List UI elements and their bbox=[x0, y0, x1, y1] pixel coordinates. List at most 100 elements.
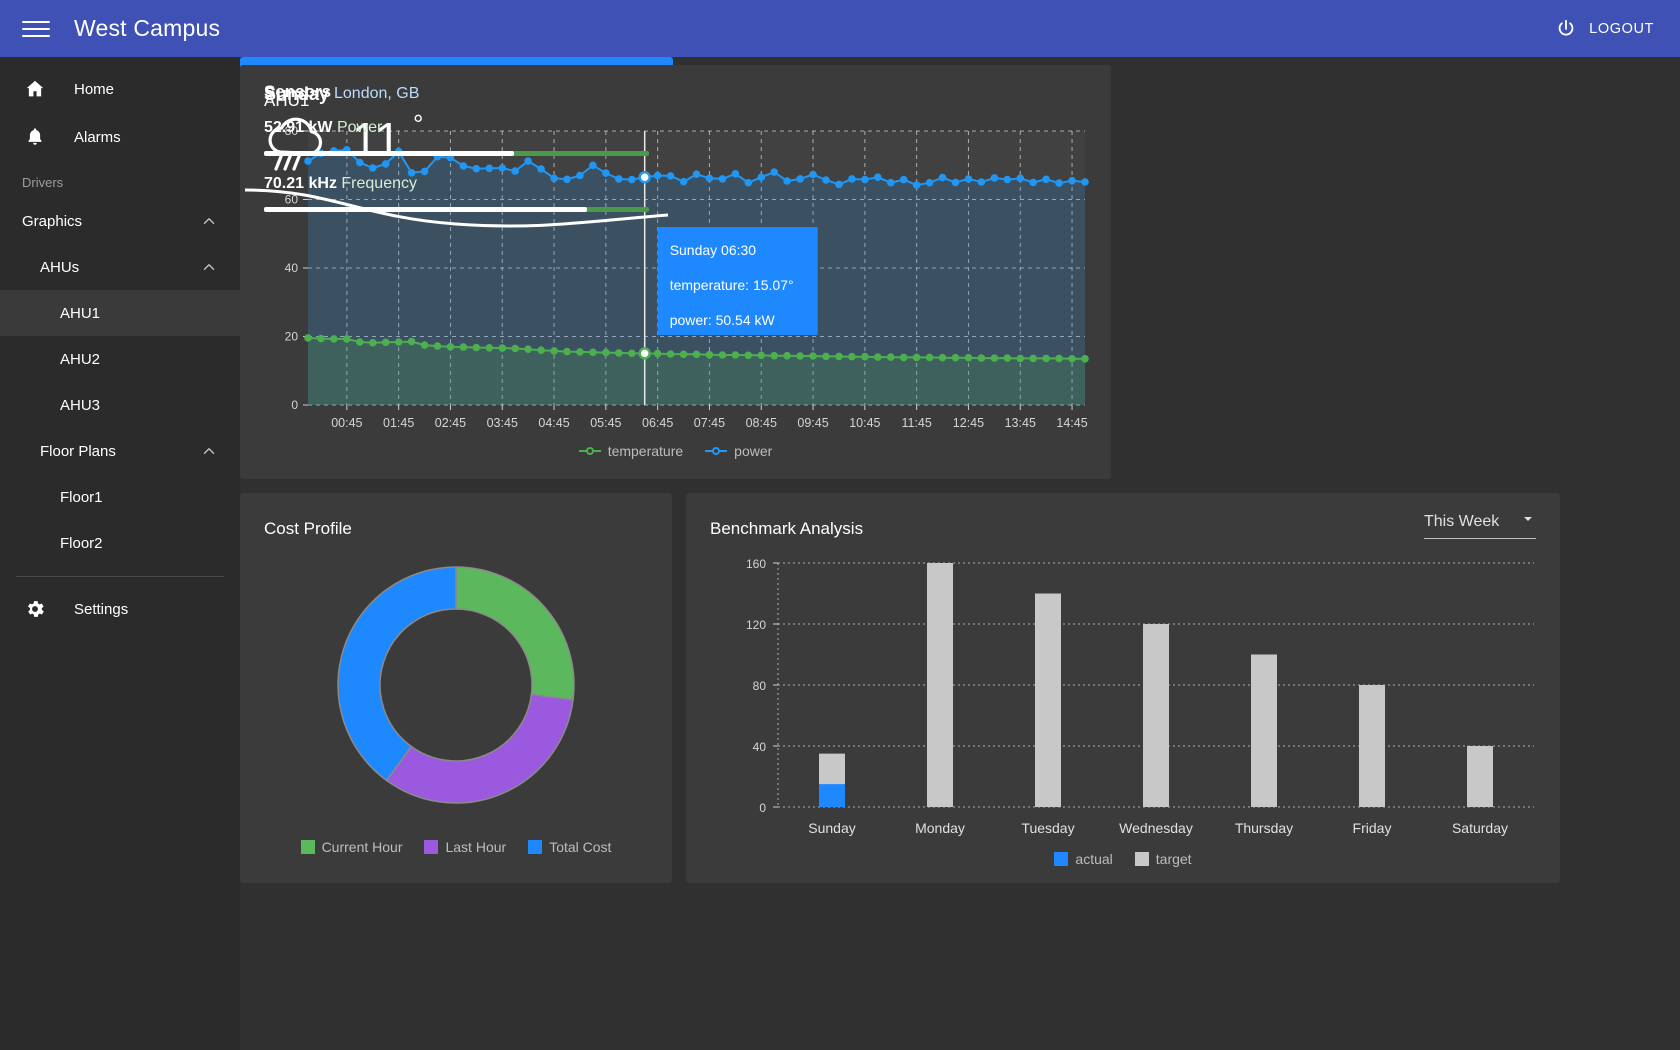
sensor-value: 52.91 kW bbox=[264, 119, 332, 136]
svg-text:09:45: 09:45 bbox=[797, 416, 828, 430]
svg-text:power: 50.54 kW: power: 50.54 kW bbox=[670, 312, 776, 328]
sensor-power: 52.91 kW Power bbox=[264, 119, 649, 156]
legend-item-power[interactable]: power bbox=[705, 443, 772, 459]
logout-label: LOGOUT bbox=[1589, 21, 1654, 37]
page-title: West Campus bbox=[74, 15, 220, 42]
ahu1-chart-legend: temperature power bbox=[240, 443, 1111, 459]
svg-text:06:45: 06:45 bbox=[642, 416, 673, 430]
legend-item-current-hour[interactable]: Current Hour bbox=[301, 839, 403, 855]
svg-text:03:45: 03:45 bbox=[487, 416, 518, 430]
legend-label: actual bbox=[1075, 851, 1112, 867]
svg-text:0: 0 bbox=[759, 801, 766, 815]
svg-text:120: 120 bbox=[746, 618, 766, 632]
legend-item-actual[interactable]: actual bbox=[1054, 851, 1112, 867]
sensors-title: Sensors bbox=[264, 82, 331, 102]
sidebar-item-label: AHU3 bbox=[60, 397, 240, 414]
period-dropdown-label: This Week bbox=[1424, 513, 1520, 531]
sidebar-item-ahu2[interactable]: AHU2 bbox=[0, 336, 240, 382]
svg-text:08:45: 08:45 bbox=[746, 416, 777, 430]
svg-text:13:45: 13:45 bbox=[1005, 416, 1036, 430]
sidebar-item-label: Floor Plans bbox=[40, 443, 200, 460]
sidebar-item-label: Home bbox=[74, 81, 114, 98]
legend-swatch bbox=[301, 840, 315, 854]
sensor-name: Frequency bbox=[341, 175, 417, 192]
sidebar: Home Alarms Drivers Graphics AHUs AHU1 A… bbox=[0, 57, 240, 1050]
svg-text:01:45: 01:45 bbox=[383, 416, 414, 430]
legend-item-last-hour[interactable]: Last Hour bbox=[424, 839, 506, 855]
sidebar-item-label: Graphics bbox=[22, 213, 200, 230]
sidebar-item-floor2[interactable]: Floor2 bbox=[0, 520, 240, 566]
cost-profile-donut-chart[interactable] bbox=[240, 543, 672, 833]
sidebar-item-label: Floor1 bbox=[60, 489, 240, 506]
ahu1-line-chart[interactable]: 02040608000:4501:4502:4503:4504:4505:450… bbox=[240, 113, 1111, 473]
sensor-progress-track bbox=[264, 207, 649, 212]
legend-label: target bbox=[1156, 851, 1192, 867]
sensor-progress-fill bbox=[264, 207, 587, 212]
legend-item-temperature[interactable]: temperature bbox=[579, 443, 683, 459]
sidebar-item-settings[interactable]: Settings bbox=[0, 585, 240, 633]
sidebar-divider bbox=[16, 576, 224, 577]
svg-text:0: 0 bbox=[291, 398, 298, 412]
svg-text:00:45: 00:45 bbox=[331, 416, 362, 430]
svg-text:temperature: 15.07°: temperature: 15.07° bbox=[670, 277, 794, 293]
svg-text:14:45: 14:45 bbox=[1056, 416, 1087, 430]
hamburger-icon[interactable] bbox=[22, 18, 50, 40]
svg-text:20: 20 bbox=[285, 330, 299, 344]
svg-text:10:45: 10:45 bbox=[849, 416, 880, 430]
svg-text:Sunday: Sunday bbox=[808, 820, 855, 836]
sidebar-item-graphics[interactable]: Graphics bbox=[0, 198, 240, 244]
logout-button[interactable]: LOGOUT bbox=[1555, 18, 1654, 40]
benchmark-title: Benchmark Analysis bbox=[710, 519, 863, 539]
svg-text:Monday: Monday bbox=[915, 820, 965, 836]
svg-text:Friday: Friday bbox=[1353, 820, 1392, 836]
svg-text:Saturday: Saturday bbox=[1452, 820, 1508, 836]
sidebar-item-ahu3[interactable]: AHU3 bbox=[0, 382, 240, 428]
legend-label: Total Cost bbox=[549, 839, 611, 855]
chevron-up-icon[interactable] bbox=[200, 442, 218, 460]
sidebar-item-label: Floor2 bbox=[60, 535, 240, 552]
sidebar-item-ahus[interactable]: AHUs bbox=[0, 244, 240, 290]
svg-text:05:45: 05:45 bbox=[590, 416, 621, 430]
bell-icon bbox=[22, 126, 48, 148]
temperature-marker-icon bbox=[579, 446, 601, 456]
sensor-value: 70.21 kHz bbox=[264, 175, 337, 192]
benchmark-bar-chart[interactable]: 04080120160SundayMondayTuesdayWednesdayT… bbox=[686, 549, 1560, 849]
power-icon bbox=[1555, 18, 1577, 40]
benchmark-analysis-card: Benchmark Analysis This Week 04080120160… bbox=[686, 493, 1560, 883]
period-dropdown[interactable]: This Week bbox=[1424, 511, 1536, 539]
sidebar-section-label: Drivers bbox=[0, 161, 240, 198]
legend-label: Current Hour bbox=[322, 839, 403, 855]
legend-label: power bbox=[734, 443, 772, 459]
svg-text:Wednesday: Wednesday bbox=[1119, 820, 1193, 836]
sidebar-item-label: AHUs bbox=[40, 259, 200, 276]
sidebar-item-alarms[interactable]: Alarms bbox=[0, 113, 240, 161]
svg-text:40: 40 bbox=[753, 740, 767, 754]
sensor-progress-fill bbox=[264, 151, 514, 156]
legend-item-total-cost[interactable]: Total Cost bbox=[528, 839, 611, 855]
sidebar-item-ahu1[interactable]: AHU1 bbox=[0, 290, 240, 336]
sensor-name: Power bbox=[337, 119, 382, 136]
power-marker-icon bbox=[705, 446, 727, 456]
chevron-up-icon[interactable] bbox=[200, 212, 218, 230]
chevron-up-icon[interactable] bbox=[200, 258, 218, 276]
sidebar-item-label: Alarms bbox=[74, 129, 121, 146]
svg-text:Sunday 06:30: Sunday 06:30 bbox=[670, 242, 757, 258]
sidebar-item-home[interactable]: Home bbox=[0, 65, 240, 113]
legend-swatch bbox=[1135, 852, 1149, 866]
gear-icon bbox=[22, 598, 48, 620]
sidebar-item-label: AHU2 bbox=[60, 351, 240, 368]
main-content: AHU1 02040608000:4501:4502:4503:4504:450… bbox=[240, 57, 1680, 1050]
svg-text:07:45: 07:45 bbox=[694, 416, 725, 430]
legend-label: Last Hour bbox=[445, 839, 506, 855]
svg-text:02:45: 02:45 bbox=[435, 416, 466, 430]
sidebar-item-floor1[interactable]: Floor1 bbox=[0, 474, 240, 520]
top-app-bar: West Campus LOGOUT bbox=[0, 0, 1680, 57]
legend-label: temperature bbox=[608, 443, 683, 459]
svg-text:Thursday: Thursday bbox=[1235, 820, 1293, 836]
legend-item-target[interactable]: target bbox=[1135, 851, 1192, 867]
svg-text:04:45: 04:45 bbox=[538, 416, 569, 430]
sidebar-item-floor-plans[interactable]: Floor Plans bbox=[0, 428, 240, 474]
home-icon bbox=[22, 78, 48, 100]
svg-text:Tuesday: Tuesday bbox=[1021, 820, 1074, 836]
sensor-frequency: 70.21 kHz Frequency bbox=[264, 175, 649, 212]
